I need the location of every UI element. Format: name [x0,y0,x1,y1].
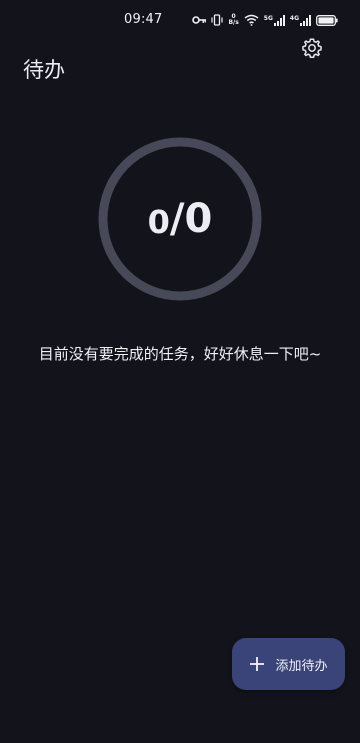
cell-signal-2: 4G [289,14,311,26]
network-speed: 0 B/s [228,14,238,26]
progress-done-count: 0 [147,203,170,241]
gear-icon [302,38,322,59]
status-icons: 0 B/s 5G 4G [192,11,338,29]
vibrate-icon [211,14,224,26]
add-todo-button[interactable]: 添加待办 [232,638,345,690]
cell-signal-2-label: 4G [289,14,299,22]
cell-signal-2-icon [300,14,311,26]
progress-separator: / [169,196,185,242]
status-bar: 09:47 0 B/s 5G 4G [0,0,360,40]
network-speed-unit: B/s [228,19,239,26]
cell-signal-1-icon [273,14,285,26]
progress-ring: 0 / 0 [97,136,263,302]
wifi-icon [244,14,259,26]
page-title: 待办 [23,58,65,82]
vpn-key-icon [192,16,207,24]
add-todo-label: 添加待办 [275,658,328,674]
cell-signal-1-label: 5G [263,14,273,22]
settings-button[interactable] [300,36,324,60]
status-time: 09:47 [124,12,163,27]
battery-icon [316,14,338,26]
progress-total-count: 0 [184,196,213,242]
progress-counter: 0 / 0 [97,136,263,302]
empty-state-message: 目前没有要完成的任务，好好休息一下吧~ [38,345,322,363]
plus-icon [250,657,265,671]
cell-signal-1: 5G [263,14,285,26]
